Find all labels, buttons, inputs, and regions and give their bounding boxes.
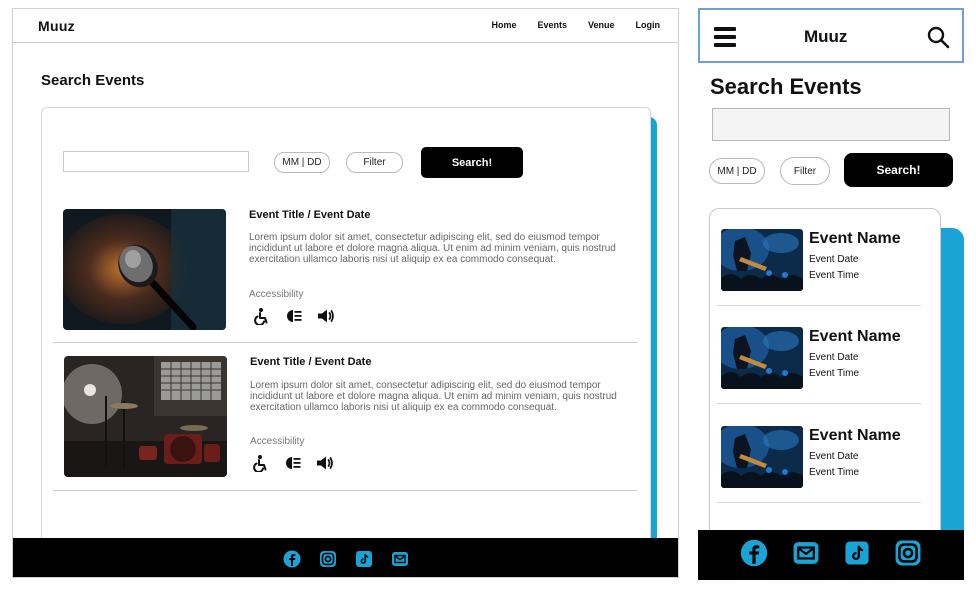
top-nav: Muuz Home Events Venue Login [13, 9, 678, 43]
wheelchair-icon [254, 307, 268, 325]
desktop-mockup: Muuz Home Events Venue Login Search Even… [12, 8, 679, 578]
tiktok-icon[interactable] [844, 540, 870, 571]
audio-description-icon [287, 310, 302, 322]
accessibility-label: Accessibility [250, 436, 305, 447]
nav-login[interactable]: Login [636, 20, 661, 30]
event-description: Lorem ipsum dolor sit amet, consectetur … [249, 232, 616, 265]
mobile-top-nav: Muuz [698, 8, 964, 63]
event-time: Event Time [809, 270, 860, 281]
search-button[interactable]: Search! [421, 147, 523, 178]
hamburger-menu-icon[interactable] [714, 27, 736, 47]
speaker-icon [317, 308, 334, 324]
wheelchair-icon [253, 454, 267, 472]
page-title: Search Events [41, 72, 145, 89]
event-title[interactable]: Event Title / Event Date [250, 356, 371, 368]
concert-crowd-photo [721, 426, 803, 488]
filter-button[interactable]: Filter [346, 152, 403, 173]
mail-icon[interactable] [792, 539, 820, 572]
filter-button[interactable]: Filter [780, 157, 830, 185]
event-time: Event Time [809, 467, 860, 478]
facebook-icon[interactable] [740, 539, 768, 572]
brand-logo[interactable]: Muuz [804, 27, 847, 47]
instagram-icon[interactable] [319, 550, 337, 568]
event-item[interactable]: Event Title / Event Date Lorem ipsum dol… [53, 207, 638, 344]
search-input[interactable] [712, 108, 950, 141]
divider [53, 490, 638, 491]
facebook-icon[interactable] [283, 550, 301, 568]
instagram-icon[interactable] [894, 539, 922, 572]
event-description: Lorem ipsum dolor sit amet, consectetur … [250, 380, 617, 413]
search-icon[interactable] [926, 25, 950, 54]
event-item[interactable]: Event Title / Event Date Lorem ipsum dol… [53, 354, 638, 492]
microphone-photo [63, 209, 226, 330]
event-date: Event Date [809, 352, 859, 363]
concert-crowd-photo [721, 327, 803, 389]
event-time: Event Time [809, 368, 860, 379]
brand-logo[interactable]: Muuz [38, 18, 75, 34]
event-name[interactable]: Event Name [809, 427, 901, 445]
event-list-item[interactable]: Event Name Event Date Event Time [717, 327, 921, 407]
page-title: Search Events [710, 74, 862, 99]
audio-description-icon [286, 457, 301, 469]
event-list-item[interactable]: Event Name Event Date Event Time [717, 426, 921, 506]
divider [717, 502, 921, 503]
event-title[interactable]: Event Title / Event Date [249, 209, 370, 221]
accessibility-label: Accessibility [249, 289, 304, 300]
footer [13, 538, 678, 577]
stage-drums-photo [64, 356, 227, 477]
nav-venue[interactable]: Venue [588, 20, 615, 30]
tiktok-icon[interactable] [355, 550, 373, 568]
nav-events[interactable]: Events [537, 20, 567, 30]
concert-crowd-photo [721, 229, 803, 291]
search-input[interactable] [63, 151, 249, 172]
event-date: Event Date [809, 451, 859, 462]
footer [698, 530, 964, 580]
speaker-icon [316, 455, 333, 471]
event-date: Event Date [809, 254, 859, 265]
nav-links: Home Events Venue Login [491, 20, 660, 30]
accessibility-icons [251, 454, 335, 472]
event-list-item[interactable]: Event Name Event Date Event Time [717, 229, 921, 309]
event-name[interactable]: Event Name [809, 230, 901, 248]
mail-icon[interactable] [391, 550, 409, 568]
date-picker[interactable]: MM | DD [274, 152, 330, 173]
accessibility-icons [252, 307, 336, 325]
divider [717, 305, 921, 306]
search-button[interactable]: Search! [844, 153, 953, 187]
date-picker[interactable]: MM | DD [709, 158, 765, 184]
mobile-mockup: Muuz Search Events MM | DD Filter Search… [698, 8, 964, 580]
divider [717, 403, 921, 404]
event-name[interactable]: Event Name [809, 328, 901, 346]
divider [53, 342, 638, 343]
nav-home[interactable]: Home [491, 20, 516, 30]
